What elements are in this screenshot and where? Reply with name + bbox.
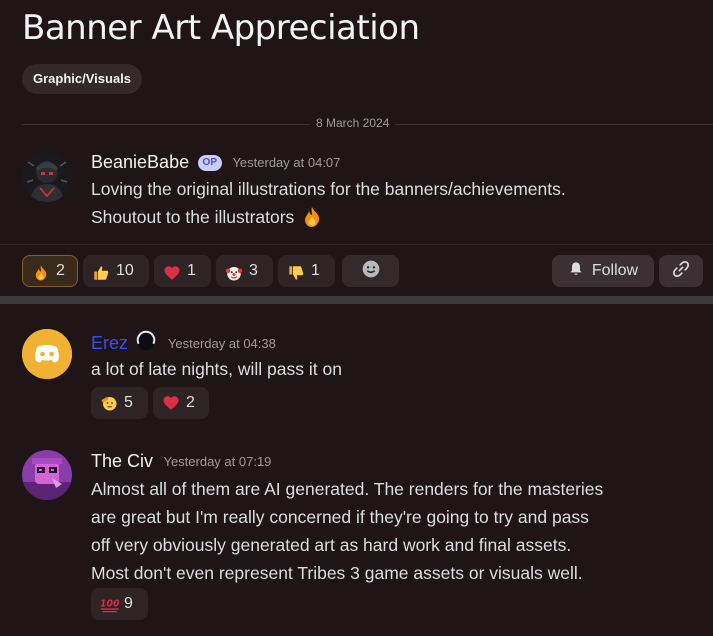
reaction-clown[interactable]: 3 [216, 255, 273, 287]
thumbs-up-emoji [92, 262, 110, 280]
reaction-count: 3 [249, 262, 258, 279]
bell-icon [568, 261, 584, 282]
avatar-the-civ[interactable] [22, 450, 72, 500]
message-line: Most don't even represent Tribes 3 game … [91, 563, 583, 583]
add-reaction-button[interactable] [342, 255, 399, 287]
reaction-heart[interactable]: 2 [153, 387, 209, 419]
author-name[interactable]: BeanieBabe [91, 152, 189, 172]
crescent-badge-icon [135, 330, 157, 357]
message-timestamp: Yesterday at 04:07 [232, 155, 341, 170]
reaction-hundred-points[interactable]: 100 9 [91, 588, 148, 620]
op-badge: OP [197, 154, 222, 171]
svg-text:100: 100 [100, 599, 120, 610]
reaction-bar: 2 10 1 3 1 Follow [0, 244, 713, 296]
clown-emoji [225, 262, 243, 281]
reaction-count: 5 [124, 394, 133, 411]
author-name[interactable]: The Civ [91, 451, 153, 471]
follow-label: Follow [591, 262, 639, 279]
message-line: Shoutout to the illustrators [91, 207, 295, 227]
op-author-line: BeanieBabe OP Yesterday at 04:07 [91, 152, 340, 173]
heart-emoji [162, 394, 180, 412]
message-line: Loving the original illustrations for th… [91, 179, 566, 199]
forum-thread-page: Banner Art Appreciation Graphic/Visuals … [0, 0, 713, 636]
avatar-erez[interactable] [22, 329, 72, 379]
reply-message-body: Almost all of them are AI generated. The… [91, 475, 603, 587]
reaction-thumbs-up[interactable]: 10 [83, 255, 149, 287]
reaction-count: 1 [311, 262, 320, 279]
thread-title: Banner Art Appreciation [22, 8, 420, 48]
avatar-beaniebabe[interactable] [22, 152, 72, 202]
link-icon [671, 259, 691, 283]
follow-button[interactable]: Follow [552, 255, 654, 287]
message-timestamp: Yesterday at 07:19 [163, 454, 272, 469]
reaction-count: 2 [186, 394, 195, 411]
smiley-icon [361, 259, 381, 283]
message-timestamp: Yesterday at 04:38 [167, 336, 276, 351]
date-divider: 8 March 2024 [22, 114, 713, 134]
author-name[interactable]: Erez [91, 333, 128, 353]
message-line-with-emoji: Shoutout to the illustrators [91, 203, 566, 231]
heart-emoji [163, 262, 181, 280]
thumbs-down-emoji [287, 262, 305, 280]
reaction-count: 1 [187, 262, 196, 279]
reaction-count: 9 [124, 595, 133, 612]
message-line: are great but I'm really concerned if th… [91, 507, 589, 527]
copy-link-button[interactable] [659, 255, 703, 287]
hundred-points-emoji: 100 [100, 595, 120, 613]
saluting-face-emoji [100, 394, 118, 412]
section-divider [0, 296, 713, 304]
fire-emoji [32, 262, 50, 281]
reply-author-line: Erez Yesterday at 04:38 [91, 330, 276, 357]
fire-emoji [300, 205, 324, 229]
reaction-count: 10 [116, 262, 134, 279]
date-divider-label: 8 March 2024 [310, 116, 396, 130]
reaction-saluting-face[interactable]: 5 [91, 387, 148, 419]
op-message-body: Loving the original illustrations for th… [91, 175, 566, 231]
reaction-count: 2 [56, 262, 65, 279]
reaction-fire[interactable]: 2 [22, 255, 78, 287]
message-line: off very obviously generated art as hard… [91, 535, 572, 555]
reply-message-body: a lot of late nights, will pass it on [91, 359, 342, 379]
reply-author-line: The Civ Yesterday at 07:19 [91, 451, 271, 472]
reaction-heart[interactable]: 1 [154, 255, 211, 287]
message-line: Almost all of them are AI generated. The… [91, 479, 604, 499]
reaction-thumbs-down[interactable]: 1 [278, 255, 335, 287]
thread-tag[interactable]: Graphic/Visuals [22, 64, 143, 94]
